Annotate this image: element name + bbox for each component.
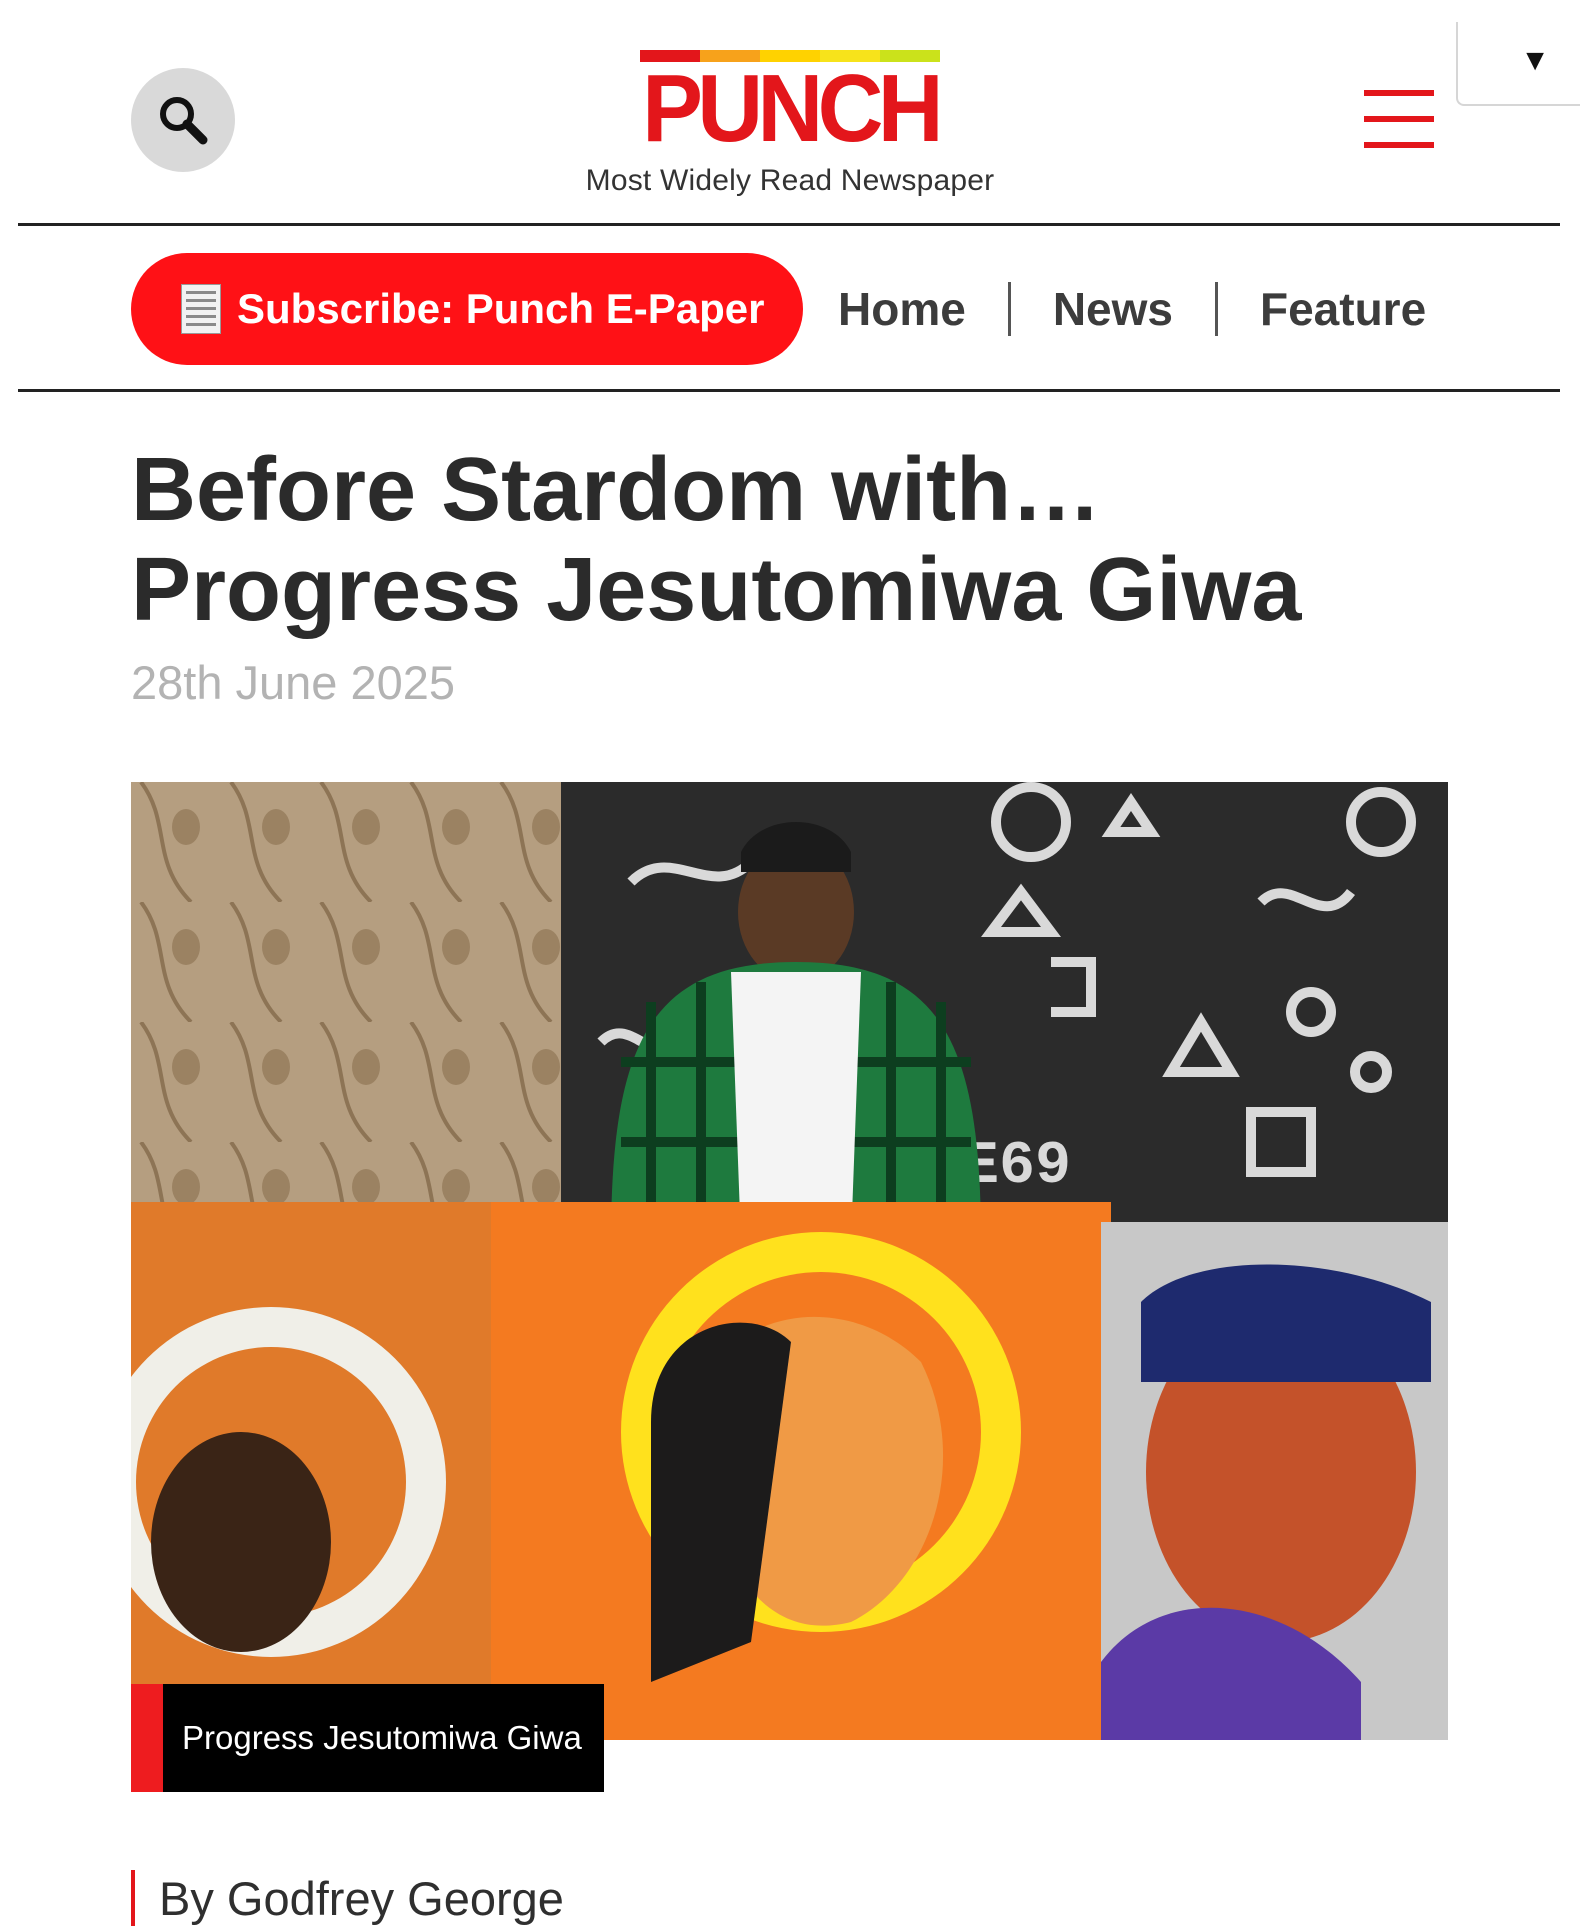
caret-down-icon: ▼ [1520, 44, 1550, 77]
logo-wordmark: PUNCH [642, 55, 943, 162]
site-logo[interactable]: PUNCH Most Widely Read Newspaper [560, 50, 1020, 210]
site-tagline: Most Widely Read Newspaper [585, 164, 995, 197]
featured-image-illustration: OOE69 [131, 782, 1448, 1740]
nav-separator [1214, 282, 1218, 336]
header-divider [18, 223, 1560, 226]
nav-divider [18, 389, 1560, 392]
newspaper-icon [181, 284, 221, 334]
article-date: 28th June 2025 [131, 656, 456, 709]
article-byline: By Godfrey George [131, 1868, 564, 1928]
byline-accent-bar [131, 1870, 135, 1926]
language-dropdown[interactable]: ▼ [1456, 22, 1580, 106]
search-button[interactable] [131, 68, 235, 172]
main-nav: Home News Feature [838, 270, 1450, 350]
article-title: Before Stardom with… Progress Jesutomiwa… [131, 440, 1302, 640]
article-featured-image[interactable]: OOE69 [131, 782, 1448, 1740]
subscribe-epaper-button[interactable]: Subscribe: Punch E-Paper [131, 253, 803, 365]
nav-separator [1007, 282, 1011, 336]
search-icon [160, 97, 208, 145]
hamburger-menu-icon[interactable] [1364, 90, 1434, 150]
nav-item-home[interactable]: Home [838, 282, 966, 336]
subscribe-label: Subscribe: Punch E-Paper [237, 285, 765, 332]
image-caption: Progress Jesutomiwa Giwa [131, 1684, 604, 1792]
nav-item-news[interactable]: News [1053, 282, 1173, 336]
nav-item-feature[interactable]: Feature [1260, 282, 1426, 336]
byline-author[interactable]: By Godfrey George [159, 1871, 564, 1926]
